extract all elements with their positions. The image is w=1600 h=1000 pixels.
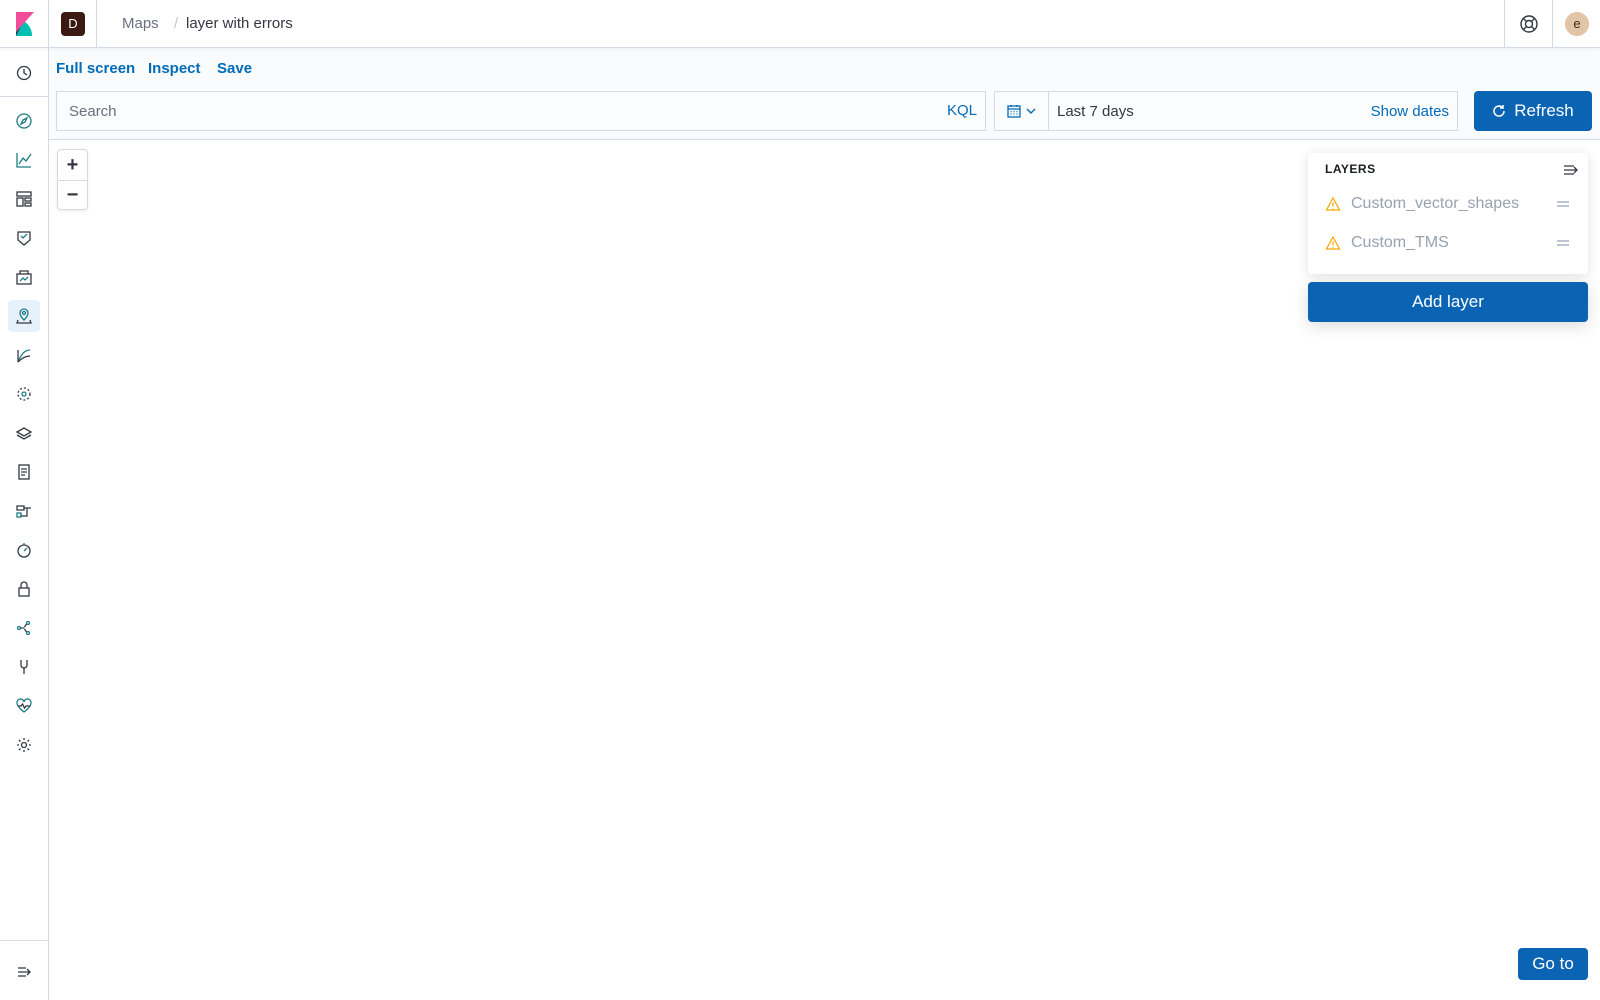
chart-icon bbox=[16, 153, 32, 168]
clock-icon bbox=[16, 65, 32, 81]
date-picker: Last 7 days Show dates bbox=[994, 91, 1458, 131]
inspect-link[interactable]: Inspect bbox=[148, 60, 201, 77]
drag-handle-icon[interactable] bbox=[1556, 197, 1570, 211]
nav-dev-tools[interactable] bbox=[8, 573, 40, 605]
go-to-button[interactable]: Go to bbox=[1518, 948, 1588, 980]
logs-icon bbox=[15, 427, 33, 440]
show-dates-button[interactable]: Show dates bbox=[1371, 103, 1449, 120]
side-navigation bbox=[0, 48, 49, 1000]
full-screen-link[interactable]: Full screen bbox=[56, 60, 135, 77]
header-divider bbox=[96, 0, 97, 48]
zoom-control: + − bbox=[57, 149, 88, 210]
nav-ml[interactable] bbox=[8, 261, 40, 293]
breadcrumb-separator: / bbox=[174, 15, 179, 32]
help-icon[interactable] bbox=[1518, 13, 1540, 35]
gear-icon bbox=[17, 738, 31, 752]
infrastructure-icon bbox=[17, 387, 31, 401]
header-divider bbox=[1504, 0, 1505, 48]
compass-icon bbox=[16, 113, 32, 129]
nav-logs[interactable] bbox=[8, 417, 40, 449]
kibana-logo-icon[interactable] bbox=[12, 12, 36, 36]
zoom-in-button[interactable]: + bbox=[58, 150, 87, 180]
nav-collapse-button[interactable] bbox=[8, 956, 40, 988]
nav-uptime[interactable] bbox=[8, 495, 40, 527]
drag-handle-icon[interactable] bbox=[1556, 236, 1570, 250]
warning-icon bbox=[1325, 235, 1341, 250]
nav-stack-monitoring[interactable] bbox=[8, 690, 40, 722]
nav-index-management[interactable] bbox=[8, 612, 40, 644]
nav-graph[interactable] bbox=[8, 339, 40, 371]
breadcrumb-maps[interactable]: Maps bbox=[122, 15, 159, 32]
layer-name[interactable]: Custom_TMS bbox=[1351, 234, 1556, 252]
apm-icon bbox=[18, 464, 30, 480]
nav-discover[interactable] bbox=[8, 105, 40, 137]
graph-icon bbox=[17, 349, 31, 363]
kql-toggle-button[interactable]: KQL bbox=[947, 102, 977, 119]
warning-icon bbox=[1325, 196, 1341, 211]
save-link[interactable]: Save bbox=[217, 60, 252, 77]
refresh-label: Refresh bbox=[1514, 101, 1574, 120]
chevron-down-icon bbox=[1026, 108, 1035, 114]
nav-recently-viewed[interactable] bbox=[8, 57, 40, 89]
ml-icon bbox=[16, 270, 32, 285]
add-layer-button[interactable]: Add layer bbox=[1308, 282, 1588, 322]
canvas-icon bbox=[17, 231, 31, 246]
nav-divider bbox=[0, 96, 48, 97]
security-icon bbox=[17, 543, 31, 558]
global-header: D Maps / layer with errors e bbox=[0, 0, 1600, 48]
space-selector[interactable]: D bbox=[61, 12, 85, 36]
menu-right-icon bbox=[18, 967, 31, 977]
uptime-icon bbox=[16, 505, 31, 518]
user-avatar[interactable]: e bbox=[1565, 12, 1589, 36]
layer-name[interactable]: Custom_vector_shapes bbox=[1351, 195, 1556, 213]
nav-monitoring[interactable] bbox=[8, 651, 40, 683]
layer-control-panel: LAYERS Custom_vector_shapes Custom_TMS bbox=[1308, 153, 1588, 274]
heartbeat-icon bbox=[20, 660, 28, 674]
header-divider bbox=[48, 0, 49, 48]
dev-tools-icon bbox=[18, 581, 30, 597]
nav-maps[interactable] bbox=[8, 300, 40, 332]
map-pin-icon bbox=[16, 308, 32, 324]
refresh-button[interactable]: Refresh bbox=[1474, 91, 1592, 131]
zoom-out-button[interactable]: − bbox=[58, 180, 87, 210]
layers-title: LAYERS bbox=[1325, 162, 1376, 176]
nav-apm[interactable] bbox=[8, 456, 40, 488]
nav-dashboard[interactable] bbox=[8, 183, 40, 215]
query-bar: KQL bbox=[56, 91, 986, 131]
dashboard-icon bbox=[16, 191, 32, 207]
collapse-panel-icon[interactable] bbox=[1562, 161, 1580, 179]
header-divider bbox=[1552, 0, 1553, 48]
wrench-icon bbox=[16, 620, 31, 636]
nav-canvas[interactable] bbox=[8, 222, 40, 254]
nav-divider bbox=[0, 940, 48, 941]
nav-infrastructure[interactable] bbox=[8, 378, 40, 410]
nav-management[interactable] bbox=[8, 729, 40, 761]
quick-select-button[interactable] bbox=[995, 92, 1049, 130]
layer-item[interactable]: Custom_TMS bbox=[1325, 225, 1580, 261]
date-range-text[interactable]: Last 7 days bbox=[1057, 103, 1134, 120]
calendar-icon bbox=[1006, 105, 1021, 118]
layer-item[interactable]: Custom_vector_shapes bbox=[1325, 186, 1580, 222]
search-input[interactable] bbox=[57, 92, 917, 130]
breadcrumb-current: layer with errors bbox=[186, 15, 293, 32]
nav-siem[interactable] bbox=[8, 534, 40, 566]
refresh-icon bbox=[1493, 105, 1505, 117]
app-top-menu: Full screen Inspect Save KQL Last 7 days… bbox=[49, 48, 1600, 140]
nav-visualize[interactable] bbox=[8, 144, 40, 176]
monitoring-icon bbox=[16, 698, 32, 713]
